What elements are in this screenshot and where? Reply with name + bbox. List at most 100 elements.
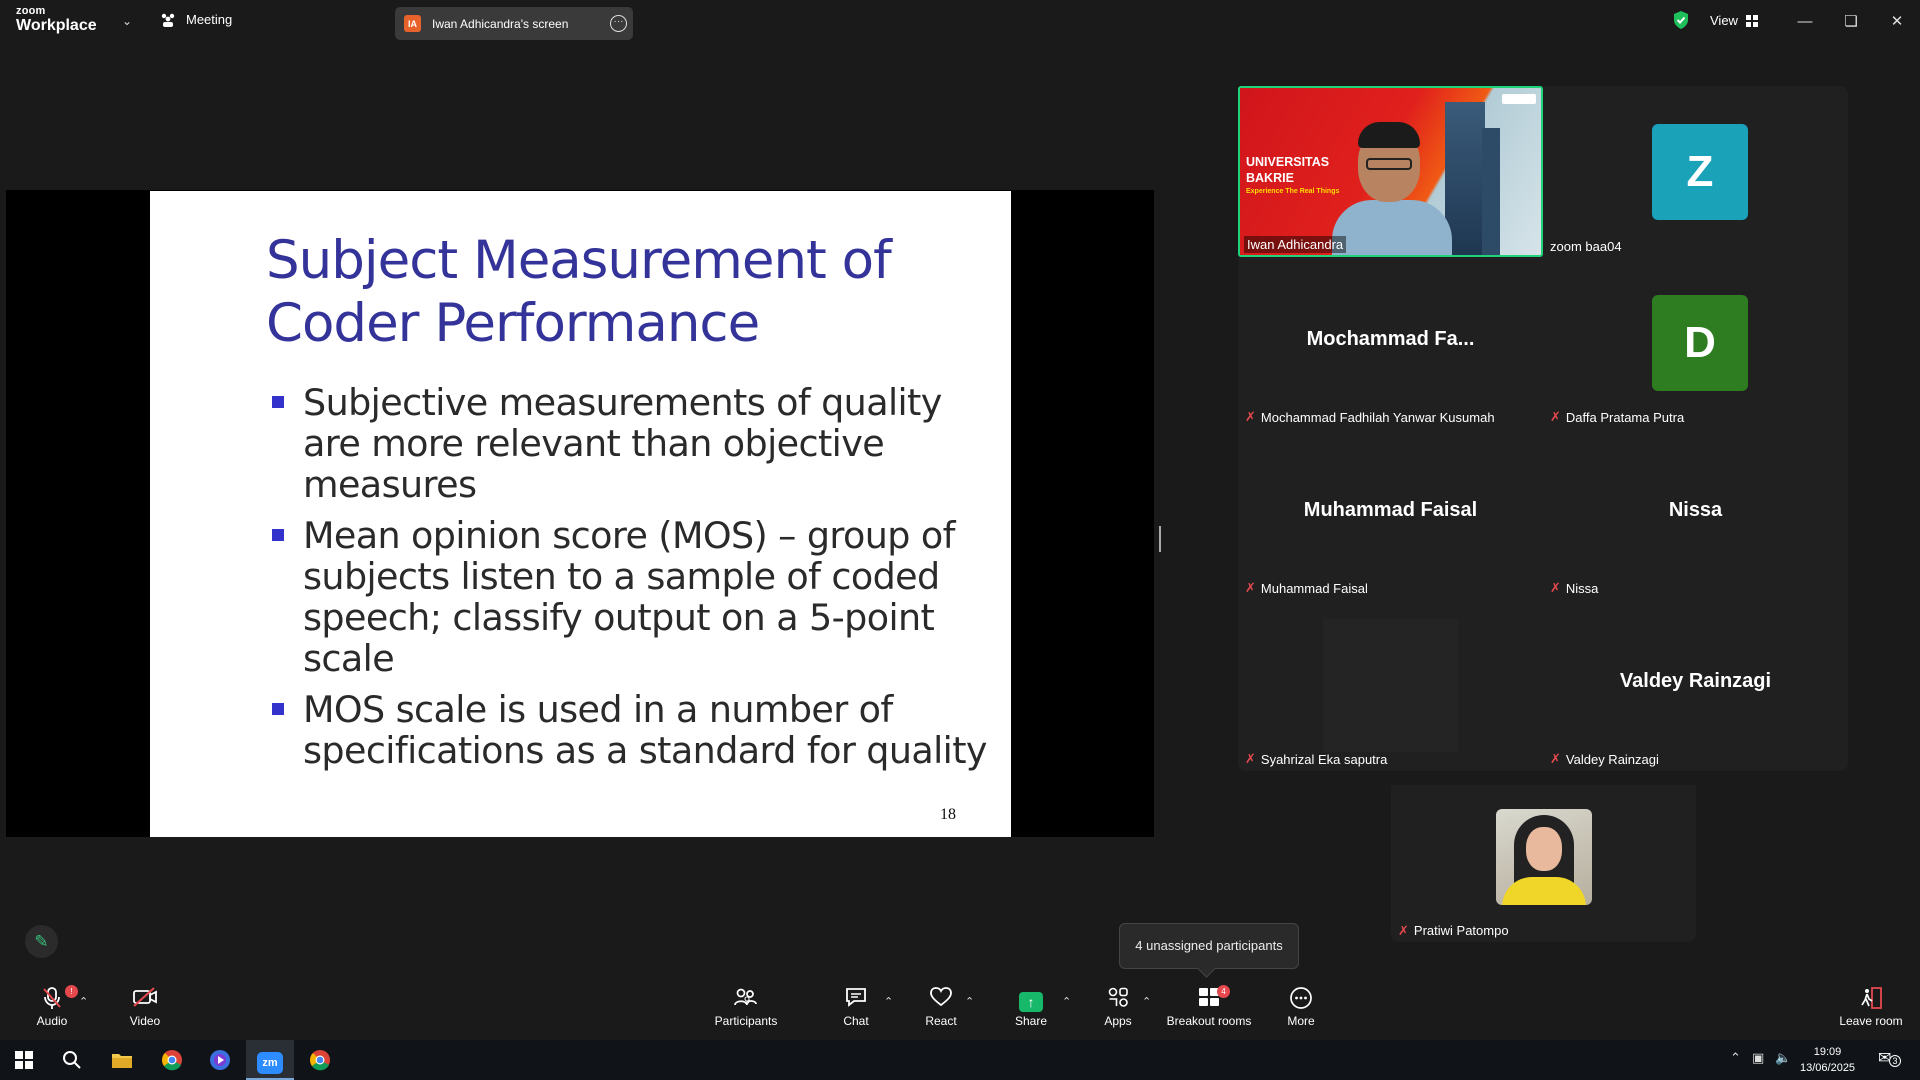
apps-options-caret[interactable]: ⌃	[1142, 995, 1151, 1008]
breakout-label: Breakout rooms	[1166, 1014, 1252, 1028]
participant-name: zoom baa04	[1550, 239, 1622, 254]
participant-name: Mochammad Fadhilah Yanwar Kusumah	[1260, 409, 1495, 425]
system-clock[interactable]: 19:09 13/06/2025	[1800, 1044, 1855, 1076]
person-body	[1332, 200, 1452, 255]
audio-options-caret[interactable]: ⌃	[79, 995, 88, 1008]
participant-name-tag: ✗ Mochammad Fadhilah Yanwar Kusumah	[1242, 408, 1498, 426]
zoom-taskbar-icon[interactable]: zm	[246, 1040, 294, 1080]
mic-muted-icon: ✗	[1550, 751, 1561, 766]
slide-page-number: 18	[940, 806, 956, 823]
logo-bottom: Workplace	[16, 17, 97, 34]
meeting-tab[interactable]: Meeting	[160, 12, 232, 27]
meeting-label: Meeting	[186, 12, 233, 27]
grid-icon	[1745, 14, 1758, 27]
participant-tile-zoom-baa04[interactable]: Z zoom baa04	[1543, 86, 1848, 257]
share-button[interactable]: ↑ Share	[1012, 986, 1050, 1028]
participant-display-name: Mochammad Fa...	[1306, 328, 1475, 350]
chat-options-caret[interactable]: ⌃	[884, 995, 893, 1008]
participant-name: Daffa Pratama Putra	[1565, 409, 1685, 425]
shield-check-icon[interactable]	[1672, 10, 1690, 30]
participant-tile-daffa[interactable]: D ✗ Daffa Pratama Putra	[1543, 257, 1848, 428]
video-tile-iwan[interactable]: UNIVERSITAS BAKRIE Experience The Real T…	[1238, 86, 1543, 257]
bullet-square-icon	[272, 529, 284, 541]
participant-name-tag: ✗ Valdey Rainzagi	[1547, 750, 1662, 768]
breakout-badge: 4	[1217, 985, 1230, 998]
video-off-icon	[124, 986, 166, 1014]
volume-icon[interactable]: 🔈	[1775, 1050, 1791, 1066]
participant-tile-muhammad-faisal[interactable]: Muhammad Faisal ✗ Muhammad Faisal	[1238, 428, 1543, 599]
slide-title-line2: Coder Performance	[266, 293, 760, 354]
mic-muted-icon: ✗	[1550, 580, 1561, 595]
person-hair	[1358, 122, 1420, 148]
leave-room-button[interactable]: Leave room	[1836, 986, 1906, 1028]
minimize-button[interactable]: —	[1782, 8, 1828, 36]
view-button[interactable]: View	[1710, 13, 1758, 28]
zoom-workplace-logo[interactable]: zoom Workplace	[16, 6, 97, 34]
chevron-down-icon[interactable]: ⌄	[122, 14, 132, 28]
apps-button[interactable]: Apps	[1100, 986, 1136, 1028]
avatar: Z	[1652, 124, 1748, 220]
participant-tile-valdey[interactable]: Valdey Rainzagi ✗ Valdey Rainzagi	[1543, 599, 1848, 770]
mic-muted-icon: ✗	[1398, 923, 1409, 938]
chrome-profile-icon[interactable]	[296, 1040, 344, 1080]
react-options-caret[interactable]: ⌃	[965, 995, 974, 1008]
media-player-icon[interactable]	[196, 1040, 244, 1080]
mic-muted-icon: ✗	[1245, 751, 1256, 766]
unassigned-participants-tooltip: 4 unassigned participants	[1119, 923, 1299, 969]
participant-tile-syahrizal[interactable]: ✗ Syahrizal Eka saputra	[1238, 599, 1543, 770]
participant-name-tag: zoom baa04	[1547, 238, 1625, 255]
banner-tagline: Experience The Real Things	[1246, 188, 1340, 195]
windows-start-icon[interactable]	[0, 1040, 48, 1080]
participant-tile-mochammad[interactable]: Mochammad Fa... ✗ Mochammad Fadhilah Yan…	[1238, 257, 1543, 428]
react-button[interactable]: React	[922, 986, 960, 1028]
mic-muted-icon: ✗	[1245, 580, 1256, 595]
heart-icon	[922, 986, 960, 1014]
tray-chevron-icon[interactable]: ⌃	[1730, 1050, 1741, 1066]
alert-badge: !	[65, 985, 78, 998]
chat-button[interactable]: Chat	[838, 986, 874, 1028]
participant-name-tag: ✗ Muhammad Faisal	[1242, 579, 1371, 597]
leave-door-icon	[1836, 986, 1906, 1014]
restore-button[interactable]: ❏	[1828, 8, 1874, 36]
bullet-text: Subjective measurements of quality are m…	[303, 381, 942, 506]
chat-icon	[838, 986, 874, 1014]
network-icon[interactable]: ▣	[1752, 1050, 1764, 1066]
audio-button[interactable]: ! Audio	[32, 985, 78, 1028]
participant-tile-pratiwi[interactable]: ✗ Pratiwi Patompo	[1391, 785, 1696, 942]
windows-taskbar: zm ⌃ ▣ 🔈 19:09 13/06/2025 ✉ 3	[0, 1040, 1920, 1080]
annotate-pencil-icon[interactable]: ✎	[25, 925, 58, 958]
more-button[interactable]: More	[1282, 986, 1320, 1028]
participants-button[interactable]: 9 Participants	[714, 986, 778, 1028]
share-screen-icon: ↑	[1012, 986, 1050, 1014]
participant-tile-nissa[interactable]: Nissa ✗ Nissa	[1543, 428, 1848, 599]
notifications-count: 3	[1889, 1055, 1901, 1067]
more-dots-icon	[1282, 986, 1320, 1014]
share-label: Share	[1014, 1014, 1048, 1028]
video-label: Video	[129, 1014, 161, 1028]
participants-count: 9	[744, 995, 751, 1007]
search-icon[interactable]	[48, 1040, 96, 1080]
apps-icon	[1100, 986, 1136, 1014]
presentation-slide: Subject Measurement of Coder Performance…	[150, 191, 1011, 837]
share-options-caret[interactable]: ⌃	[1062, 995, 1071, 1008]
chrome-icon[interactable]	[148, 1040, 196, 1080]
participant-name: Muhammad Faisal	[1260, 580, 1368, 596]
react-label: React	[925, 1014, 957, 1028]
banner-line2: BAKRIE	[1246, 171, 1294, 185]
screen-share-tab[interactable]: IA Iwan Adhicandra's screen ···	[395, 7, 633, 40]
more-options-icon[interactable]: ···	[610, 15, 627, 32]
view-label: View	[1710, 13, 1738, 28]
file-explorer-icon[interactable]	[98, 1040, 146, 1080]
person-glasses	[1366, 158, 1412, 170]
video-button[interactable]: Video	[124, 986, 166, 1028]
breakout-rooms-button[interactable]: 4 Breakout rooms	[1164, 985, 1254, 1028]
panel-resize-handle[interactable]	[1159, 526, 1161, 552]
close-button[interactable]: ✕	[1874, 8, 1920, 36]
logo-top: zoom	[16, 5, 46, 17]
avatar-photo	[1496, 809, 1592, 905]
participant-name-tag: Iwan Adhicandra	[1244, 236, 1347, 253]
microphone-muted-icon: !	[32, 985, 78, 1014]
notifications-icon[interactable]: ✉ 3	[1878, 1048, 1901, 1068]
screen-tab-label: Iwan Adhicandra's screen	[432, 16, 569, 31]
participant-name: Valdey Rainzagi	[1565, 751, 1659, 767]
